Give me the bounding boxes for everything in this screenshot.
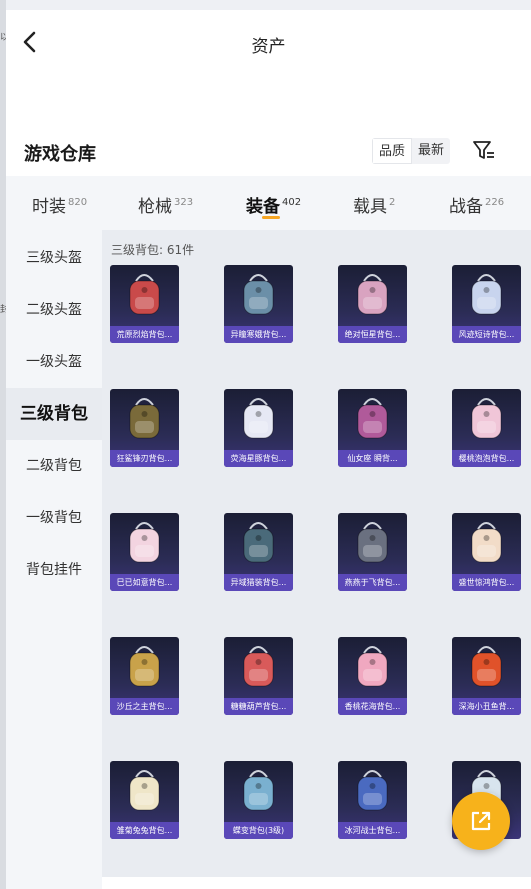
inventory-item[interactable]: 冰河战士背包... — [338, 761, 407, 839]
status-strip — [6, 0, 531, 10]
inventory-item[interactable]: 深海小丑鱼背... — [452, 637, 521, 715]
backpack-icon — [243, 398, 274, 439]
item-name: 樱桃泡泡背包... — [452, 450, 521, 467]
backpack-icon — [357, 646, 388, 687]
sidebar-item-level1-backpack[interactable]: 一级背包 — [6, 492, 102, 544]
item-name: 异域猎装背包... — [224, 574, 293, 591]
item-name: 糖糖葫芦背包... — [224, 698, 293, 715]
backpack-icon — [243, 522, 274, 563]
inventory-item[interactable]: 燕燕于飞背包... — [338, 513, 407, 591]
backpack-icon — [129, 274, 160, 315]
filter-icon — [473, 141, 494, 159]
tab-vehicles[interactable]: 载具 2 — [353, 192, 395, 217]
sidebar: 三级头盔 二级头盔 一级头盔 三级背包 二级背包 一级背包 背包挂件 — [6, 230, 102, 889]
active-tab-indicator — [262, 216, 280, 219]
inventory-item[interactable]: 风迹短诗背包... — [452, 265, 521, 343]
inventory-item[interactable]: 异域猎装背包... — [224, 513, 293, 591]
inventory-item[interactable]: 绝对恒星背包... — [338, 265, 407, 343]
inventory-item[interactable]: 盛世惊鸿背包... — [452, 513, 521, 591]
backpack-icon — [357, 274, 388, 315]
item-name: 冰河战士背包... — [338, 822, 407, 839]
backpack-icon — [243, 274, 274, 315]
item-count-header: 三级背包: 61件 — [111, 243, 195, 257]
item-name: 绝对恒星背包... — [338, 326, 407, 343]
external-link-icon — [471, 811, 491, 831]
sidebar-item-backpack-charm[interactable]: 背包挂件 — [6, 544, 102, 596]
item-name: 仙女座 瞬背... — [338, 450, 407, 467]
backpack-icon — [471, 522, 502, 563]
sort-by-newest[interactable]: 最新 — [412, 138, 450, 164]
share-button[interactable] — [452, 792, 510, 850]
tab-firearms[interactable]: 枪械 323 — [138, 192, 193, 217]
sidebar-item-level1-helmet[interactable]: 一级头盔 — [6, 336, 102, 388]
item-name: 雏菊兔兔背包... — [110, 822, 179, 839]
item-name: 沙丘之主背包... — [110, 698, 179, 715]
backpack-icon — [129, 522, 160, 563]
tab-equipment[interactable]: 装备 402 — [246, 192, 301, 217]
inventory-item[interactable]: 蝶变背包(3级) — [224, 761, 293, 839]
backpack-icon — [129, 398, 160, 439]
inventory-item[interactable]: 异瞳寒娥背包... — [224, 265, 293, 343]
sidebar-item-level3-helmet[interactable]: 三级头盔 — [6, 232, 102, 284]
item-name: 荧海星豚背包... — [224, 450, 293, 467]
sort-toggle: 品质 最新 — [372, 138, 451, 164]
inventory-item[interactable]: 沙丘之主背包... — [110, 637, 179, 715]
category-tabs: 时装 820 枪械 323 装备 402 载具 2 战备 226 — [6, 176, 531, 230]
backpack-icon — [129, 646, 160, 687]
item-name: 盛世惊鸿背包... — [452, 574, 521, 591]
item-name: 燕燕于飞背包... — [338, 574, 407, 591]
backpack-icon — [471, 398, 502, 439]
filter-button[interactable] — [470, 136, 498, 164]
backpack-icon — [243, 646, 274, 687]
item-name: 巳已如意背包... — [110, 574, 179, 591]
item-name: 荒原烈焰背包... — [110, 326, 179, 343]
inventory-item[interactable]: 荒原烈焰背包... — [110, 265, 179, 343]
page-title: 资产 — [251, 37, 286, 57]
backpack-icon — [357, 522, 388, 563]
inventory-item[interactable]: 狂鲨锋刃背包... — [110, 389, 179, 467]
backpack-icon — [357, 770, 388, 811]
inventory-item[interactable]: 雏菊兔兔背包... — [110, 761, 179, 839]
inventory-item[interactable]: 仙女座 瞬背... — [338, 389, 407, 467]
sidebar-item-level2-backpack[interactable]: 二级背包 — [6, 440, 102, 492]
backpack-icon — [471, 646, 502, 687]
tab-supplies[interactable]: 战备 226 — [449, 192, 504, 217]
item-name: 风迹短诗背包... — [452, 326, 521, 343]
backpack-icon — [129, 770, 160, 811]
item-name: 蝶变背包(3级) — [224, 822, 293, 839]
backpack-icon — [243, 770, 274, 811]
item-name: 狂鲨锋刃背包... — [110, 450, 179, 467]
backpack-icon — [471, 274, 502, 315]
item-grid-panel: 三级背包: 61件 荒原烈焰背包... 异瞳寒娥背包... 绝对恒星背包... 风迹短… — [102, 230, 531, 877]
tab-fashion[interactable]: 时装 820 — [32, 192, 87, 217]
item-name: 异瞳寒娥背包... — [224, 326, 293, 343]
inventory-item[interactable]: 荧海星豚背包... — [224, 389, 293, 467]
inventory-item[interactable]: 樱桃泡泡背包... — [452, 389, 521, 467]
item-name: 香桃花海背包... — [338, 698, 407, 715]
sidebar-item-level2-helmet[interactable]: 二级头盔 — [6, 284, 102, 336]
inventory-item[interactable]: 巳已如意背包... — [110, 513, 179, 591]
inventory-item[interactable]: 香桃花海背包... — [338, 637, 407, 715]
sidebar-item-level3-backpack[interactable]: 三级背包 — [6, 388, 102, 440]
section-title: 游戏仓库 — [24, 144, 96, 165]
item-name: 深海小丑鱼背... — [452, 698, 521, 715]
inventory-item[interactable]: 糖糖葫芦背包... — [224, 637, 293, 715]
sort-by-quality[interactable]: 品质 — [372, 138, 413, 164]
backpack-icon — [357, 398, 388, 439]
